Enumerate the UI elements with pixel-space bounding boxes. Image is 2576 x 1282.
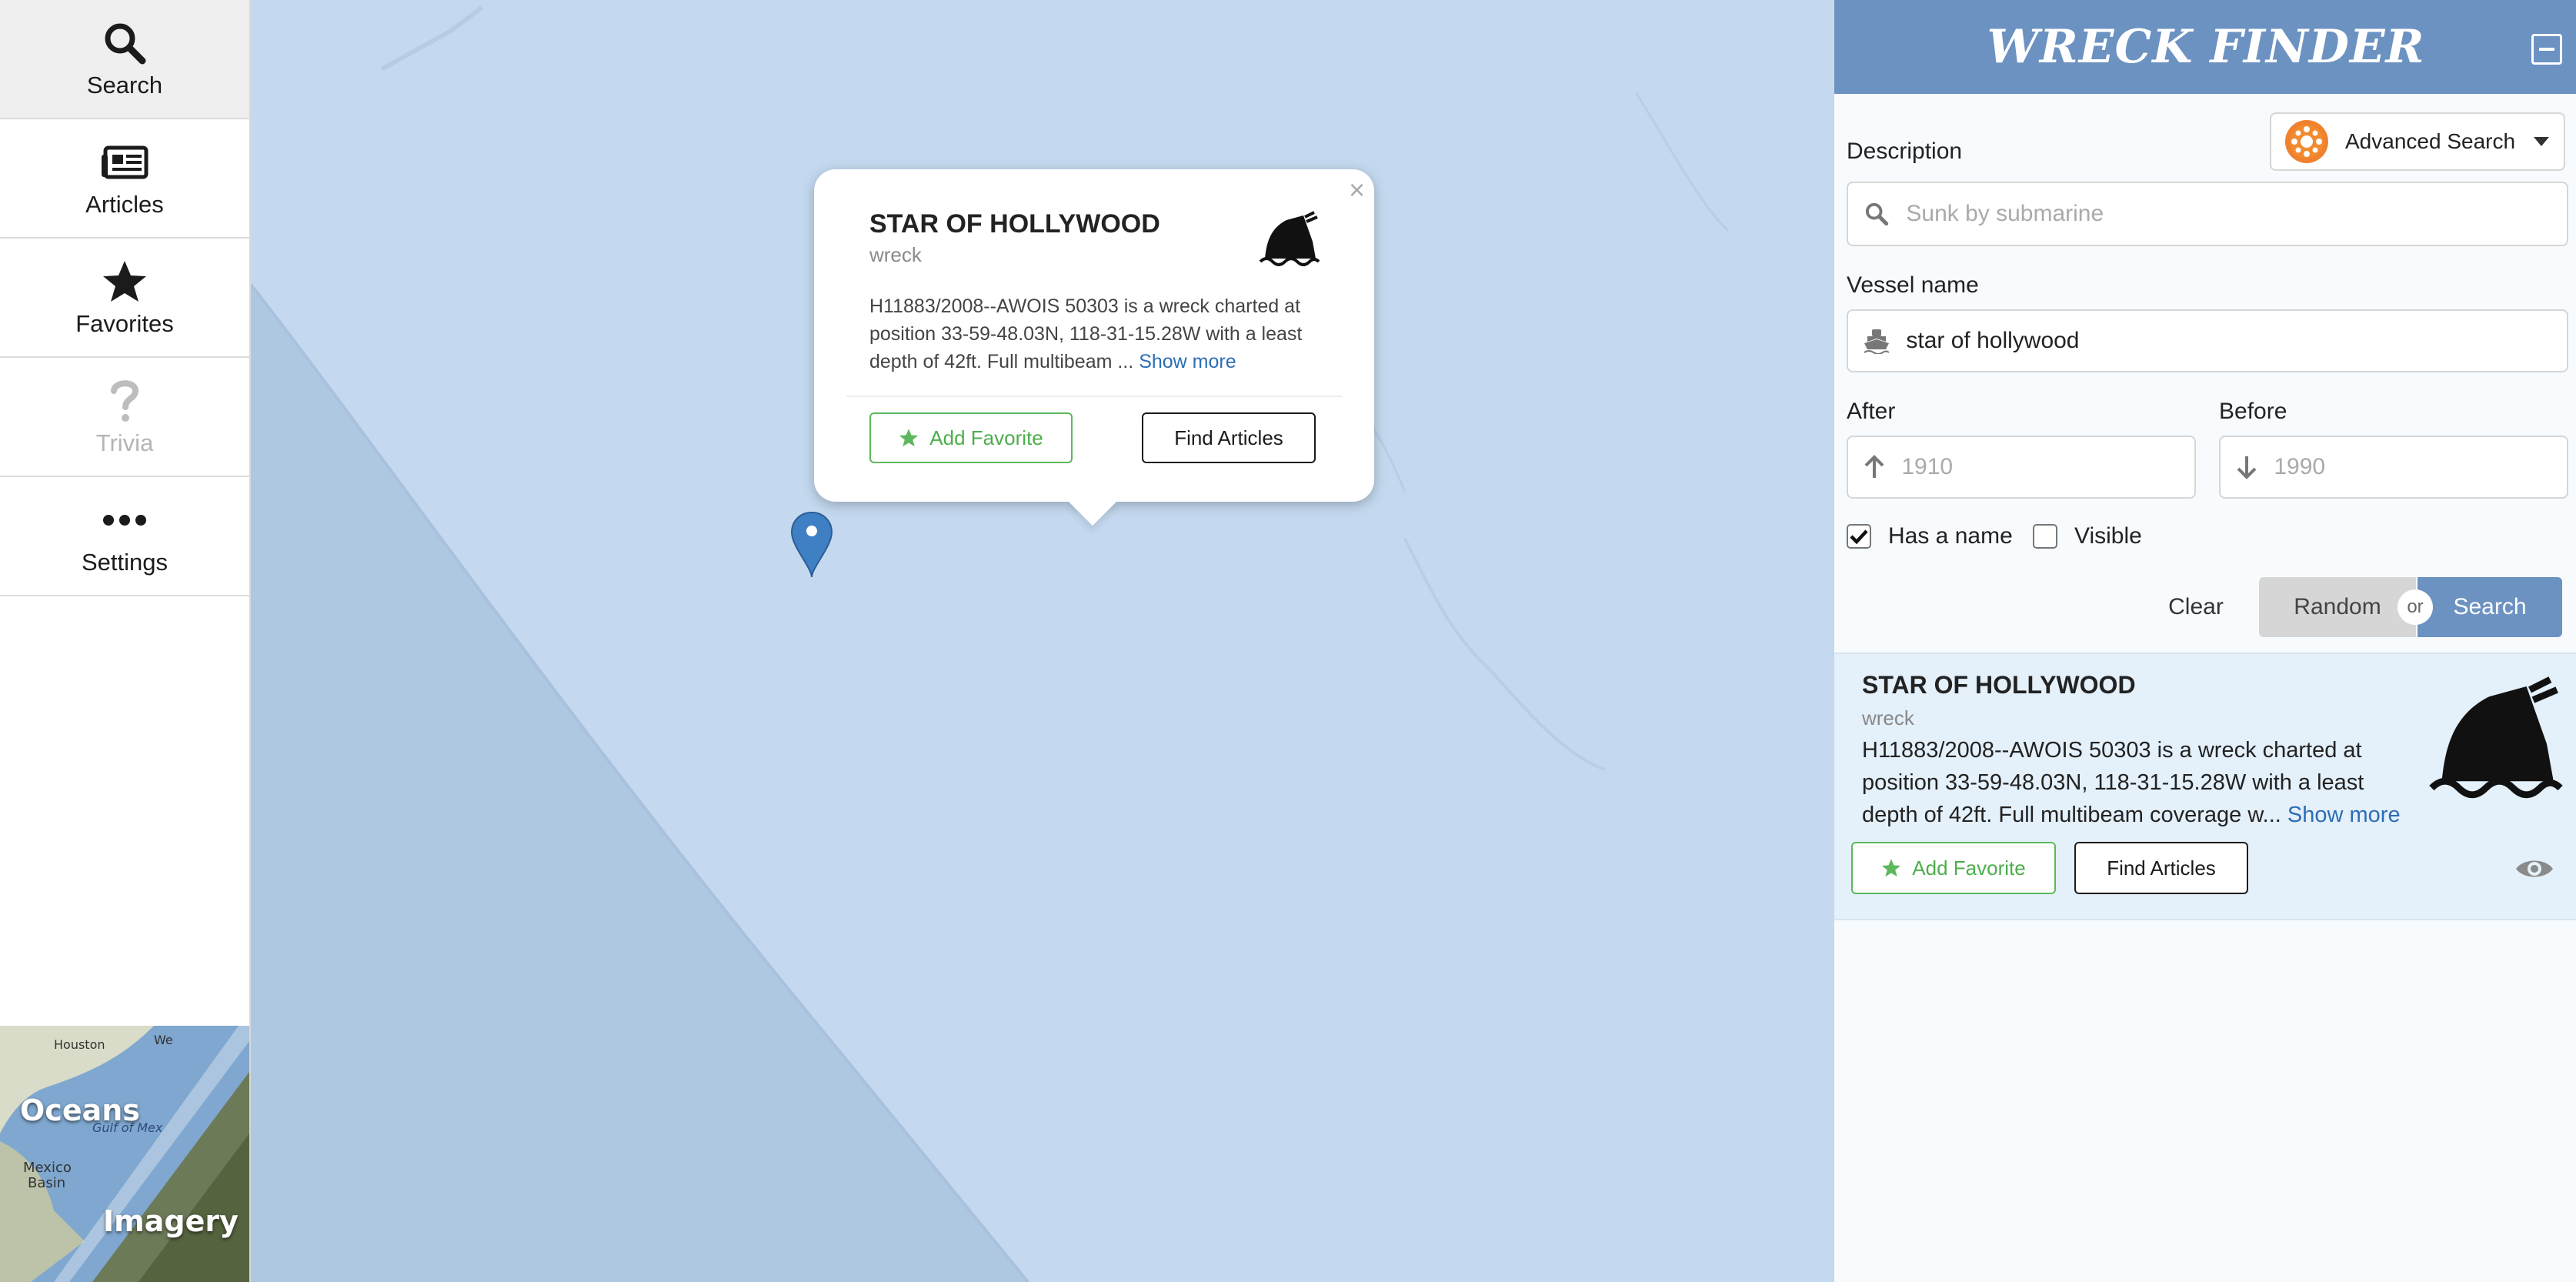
- before-year-field[interactable]: [2219, 436, 2568, 499]
- before-year-input[interactable]: [2272, 453, 2567, 481]
- clear-button[interactable]: Clear: [2142, 577, 2250, 637]
- wreck-popup: × STAR OF HOLLYWOOD wreck H11883/2008--A…: [814, 169, 1374, 502]
- svg-text:Houston: Houston: [54, 1037, 105, 1052]
- sidebar-item-favorites[interactable]: Favorites: [0, 239, 249, 358]
- arrow-down-icon: [2221, 455, 2272, 479]
- add-favorite-button[interactable]: Add Favorite: [1851, 842, 2056, 894]
- search-icon: [102, 19, 147, 67]
- map-pin-icon: [790, 511, 833, 578]
- advanced-search-label: Advanced Search: [2345, 129, 2516, 153]
- question-icon: [109, 377, 140, 425]
- collapse-panel-button[interactable]: [2531, 34, 2562, 65]
- description-label: Description: [1847, 139, 1963, 164]
- advanced-search-dropdown[interactable]: Advanced Search: [2270, 112, 2565, 171]
- imagery-layer-label: Imagery: [103, 1204, 239, 1238]
- result-subtitle: wreck: [1862, 706, 1914, 729]
- visible-checkbox[interactable]: Visible: [2033, 523, 2142, 549]
- checkbox-box: [1847, 524, 1871, 549]
- basemap-thumbnail: Houston Gulf of Mex Mexico Basin We: [0, 1026, 249, 1282]
- vessel-name-field[interactable]: [1847, 309, 2568, 372]
- show-more-link[interactable]: Show more: [1139, 351, 1236, 372]
- star-icon: [899, 429, 919, 447]
- after-year-input[interactable]: [1900, 453, 2194, 481]
- sidebar-item-label: Trivia: [95, 429, 154, 456]
- sidebar-item-label: Favorites: [75, 309, 174, 337]
- result-description: H11883/2008--AWOIS 50303 is a wreck char…: [1862, 738, 2401, 827]
- find-articles-label: Find Articles: [1174, 426, 1283, 449]
- sidebar-item-settings[interactable]: Settings: [0, 477, 249, 596]
- chevron-down-icon: [2534, 137, 2550, 146]
- star-icon: [102, 258, 148, 305]
- visible-label: Visible: [2074, 523, 2142, 549]
- sidebar-item-trivia[interactable]: Trivia: [0, 358, 249, 477]
- gear-icon: [2290, 125, 2324, 159]
- popup-close-button[interactable]: ×: [1349, 174, 1365, 206]
- search-icon: [1848, 202, 1904, 226]
- show-more-link[interactable]: Show more: [2287, 803, 2401, 827]
- find-articles-button[interactable]: Find Articles: [2074, 842, 2248, 894]
- shipwreck-icon: [1259, 211, 1320, 270]
- sidebar-item-articles[interactable]: Articles: [0, 119, 249, 239]
- vessel-name-input[interactable]: [1904, 327, 2567, 355]
- shipwreck-icon: [2428, 674, 2564, 804]
- search-button[interactable]: Search: [2418, 577, 2562, 637]
- result-title: STAR OF HOLLYWOOD: [1862, 671, 2136, 699]
- add-favorite-label: Add Favorite: [1912, 856, 2026, 880]
- or-separator: or: [2397, 589, 2433, 625]
- basemap-layer-toggle[interactable]: Houston Gulf of Mex Mexico Basin We Ocea…: [0, 1026, 249, 1282]
- vessel-name-label: Vessel name: [1847, 272, 1979, 298]
- description-input[interactable]: [1904, 200, 2567, 228]
- sidebar-item-label: Search: [86, 71, 163, 98]
- oceans-layer-label: Oceans: [20, 1093, 140, 1127]
- svg-text:Basin: Basin: [28, 1175, 65, 1191]
- check-icon: [1850, 529, 1868, 544]
- popup-description: H11883/2008--AWOIS 50303 is a wreck char…: [869, 295, 1303, 372]
- add-favorite-button[interactable]: Add Favorite: [869, 412, 1073, 463]
- eye-icon[interactable]: [2514, 856, 2554, 886]
- after-year-field[interactable]: [1847, 436, 2196, 499]
- result-card[interactable]: STAR OF HOLLYWOOD wreck H11883/2008--AWO…: [1834, 653, 2576, 920]
- find-articles-button[interactable]: Find Articles: [1142, 412, 1316, 463]
- sidebar-item-label: Settings: [81, 548, 168, 576]
- after-label: After: [1847, 399, 1896, 424]
- sidebar: Search Articles Favorites Trivia Setting…: [0, 0, 251, 1282]
- avatar: [2285, 120, 2328, 163]
- has-name-checkbox[interactable]: Has a name: [1847, 523, 2013, 549]
- has-name-label: Has a name: [1888, 523, 2013, 549]
- find-articles-label: Find Articles: [2107, 856, 2216, 880]
- random-button[interactable]: Random: [2259, 577, 2416, 637]
- sidebar-item-search[interactable]: Search: [0, 0, 249, 119]
- sidebar-item-label: Articles: [85, 190, 164, 218]
- ellipsis-icon: [102, 496, 147, 544]
- ship-icon: [1848, 328, 1904, 354]
- svg-text:Mexico: Mexico: [23, 1160, 72, 1176]
- divider: [846, 396, 1342, 397]
- star-icon: [1882, 859, 1901, 877]
- search-panel: WRECK FINDER Advanced Search Description…: [1833, 0, 2576, 1282]
- before-label: Before: [2219, 399, 2287, 424]
- popup-title: STAR OF HOLLYWOOD: [869, 209, 1160, 239]
- add-favorite-label: Add Favorite: [929, 426, 1043, 449]
- description-field[interactable]: [1847, 182, 2568, 246]
- app-logo: WRECK FINDER: [1987, 20, 2425, 74]
- panel-header: WRECK FINDER: [1834, 0, 2576, 94]
- wreck-location-marker[interactable]: [790, 511, 833, 580]
- checkbox-box: [2033, 524, 2057, 549]
- arrow-up-icon: [1848, 455, 1900, 479]
- newspaper-icon: [101, 139, 148, 186]
- popup-subtitle: wreck: [869, 243, 922, 266]
- svg-text:We: We: [154, 1033, 173, 1047]
